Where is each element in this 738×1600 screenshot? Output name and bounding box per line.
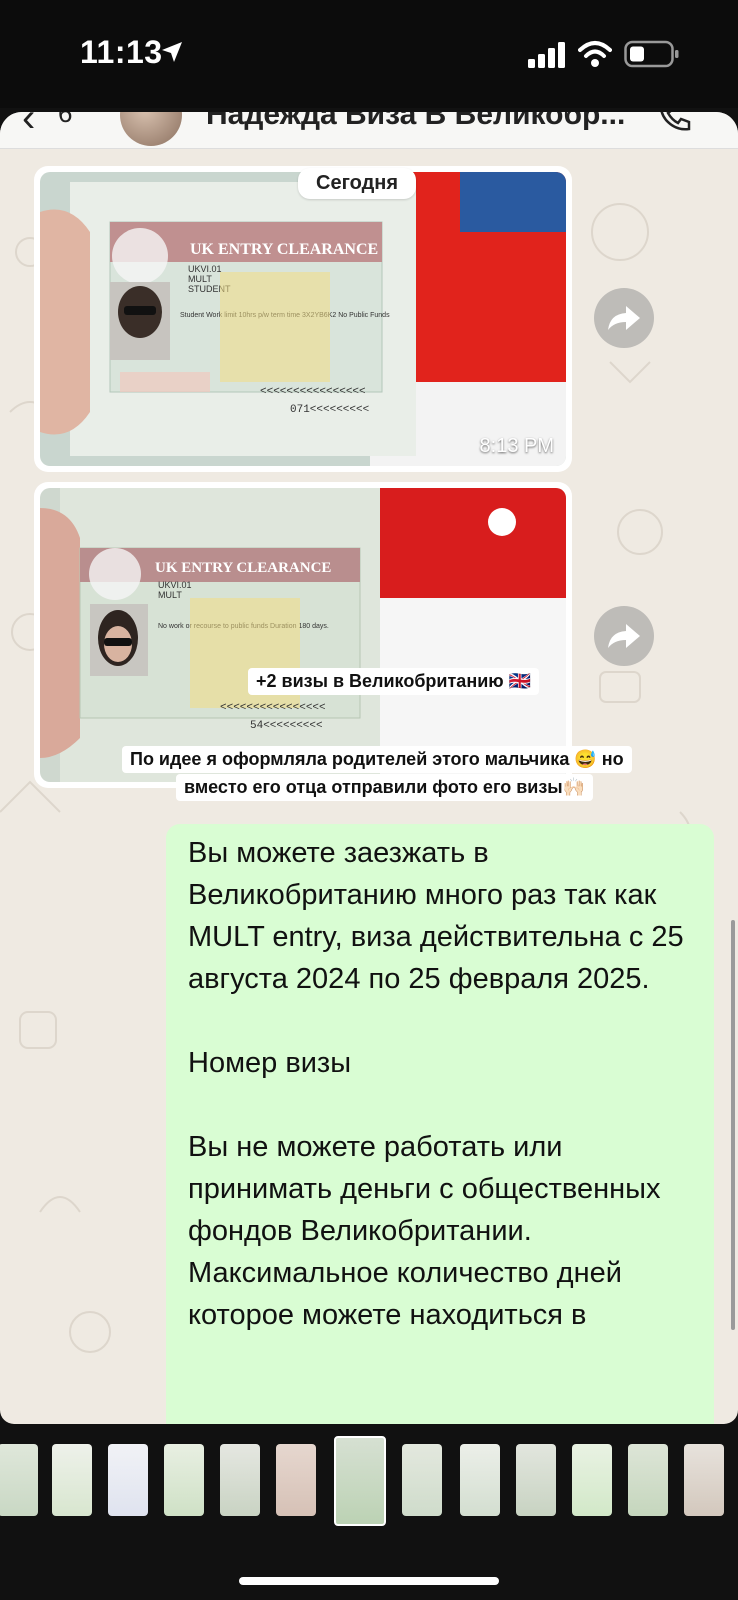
forward-arrow-icon [608, 306, 640, 330]
visa2-header-text: UK ENTRY CLEARANCE [155, 560, 331, 576]
message-paragraph-4: Максимальное количество дней которое мож… [188, 1257, 622, 1331]
outgoing-text-message[interactable]: Вы можете заезжать в Великобританию мног… [166, 824, 714, 1424]
story-caption-line-2: вместо его отца отправили фото его визы🙌… [176, 774, 594, 801]
visa2-entry-text: MULT [158, 590, 182, 600]
screenshot-thumbnail-strip [0, 1432, 738, 1526]
message-timestamp: 8:13 PM [479, 435, 554, 457]
phone-call-icon[interactable] [656, 112, 692, 134]
forward-arrow-icon-2 [608, 624, 640, 648]
thumbnail-4[interactable] [164, 1444, 204, 1516]
home-indicator[interactable] [239, 1577, 499, 1585]
message-paragraph-2: Номер визы [188, 1047, 352, 1079]
forward-button-2[interactable] [594, 606, 654, 666]
battery-icon [624, 40, 679, 68]
chat-window: ‹ 6 Надежда Виза В Великобр... UK ENTRY … [0, 112, 738, 1424]
thumbnail-3[interactable] [108, 1444, 148, 1516]
thumbnail-7-selected[interactable] [334, 1436, 386, 1526]
visa-entry-text: MULT [188, 274, 212, 284]
cellular-signal-icon [528, 42, 565, 68]
wifi-icon [578, 41, 612, 67]
thumbnail-8[interactable] [402, 1444, 442, 1516]
forward-button-1[interactable] [594, 288, 654, 348]
image-message-1[interactable]: UK ENTRY CLEARANCE UKVI.01 MULT STUDENT … [34, 166, 572, 472]
visa-header-text: UK ENTRY CLEARANCE [190, 241, 378, 258]
message-paragraph-1: Вы можете заезжать в Великобританию мног… [188, 837, 684, 995]
location-arrow-icon [162, 42, 182, 62]
thumbnail-10[interactable] [516, 1444, 556, 1516]
visa2-type-text: UKVI.01 [158, 580, 192, 590]
visa-photo-2[interactable]: UK ENTRY CLEARANCE UKVI.01 MULT No work … [40, 488, 566, 782]
thumbnail-11[interactable] [572, 1444, 612, 1516]
status-time: 11:13 [80, 34, 163, 70]
visa-type-text: UKVI.01 [188, 264, 222, 274]
image-message-2[interactable]: UK ENTRY CLEARANCE UKVI.01 MULT No work … [34, 482, 572, 788]
thumbnail-12[interactable] [628, 1444, 668, 1516]
passport-visa-image: UK ENTRY CLEARANCE UKVI.01 MULT STUDENT … [40, 172, 566, 466]
thumbnail-5[interactable] [220, 1444, 260, 1516]
visa-photo-1[interactable]: UK ENTRY CLEARANCE UKVI.01 MULT STUDENT … [40, 172, 566, 466]
back-chevron-icon[interactable]: ‹ [22, 112, 35, 141]
passport-visa-image-2: UK ENTRY CLEARANCE UKVI.01 MULT No work … [40, 488, 566, 782]
contact-name[interactable]: Надежда Виза В Великобр... [206, 112, 625, 132]
visa-mrz-1: <<<<<<<<<<<<<<<< [260, 386, 366, 398]
story-overlay-caption: +2 визы в Великобританию 🇬🇧 [248, 668, 540, 695]
message-paragraph-3: Вы не можете работать или принимать день… [188, 1131, 661, 1247]
thumbnail-2[interactable] [52, 1444, 92, 1516]
chat-header: ‹ 6 Надежда Виза В Великобр... [0, 112, 738, 149]
chat-scrollbar[interactable] [731, 920, 735, 1330]
thumbnail-13[interactable] [684, 1444, 724, 1516]
unread-count-badge[interactable]: 6 [58, 112, 72, 129]
visa2-mrz-1: <<<<<<<<<<<<<<<< [220, 702, 326, 714]
thumbnail-1[interactable] [0, 1444, 38, 1516]
contact-avatar[interactable] [120, 112, 182, 146]
thumbnail-6[interactable] [276, 1444, 316, 1516]
status-bar: 11:13 [0, 0, 738, 108]
thumbnail-9[interactable] [460, 1444, 500, 1516]
visa-mrz-2: 071<<<<<<<<< [290, 404, 369, 416]
visa2-mrz-2: 54<<<<<<<<< [250, 720, 323, 732]
date-chip: Сегодня [298, 168, 417, 199]
story-caption-line-1: По идее я оформляла родителей этого маль… [122, 746, 632, 773]
